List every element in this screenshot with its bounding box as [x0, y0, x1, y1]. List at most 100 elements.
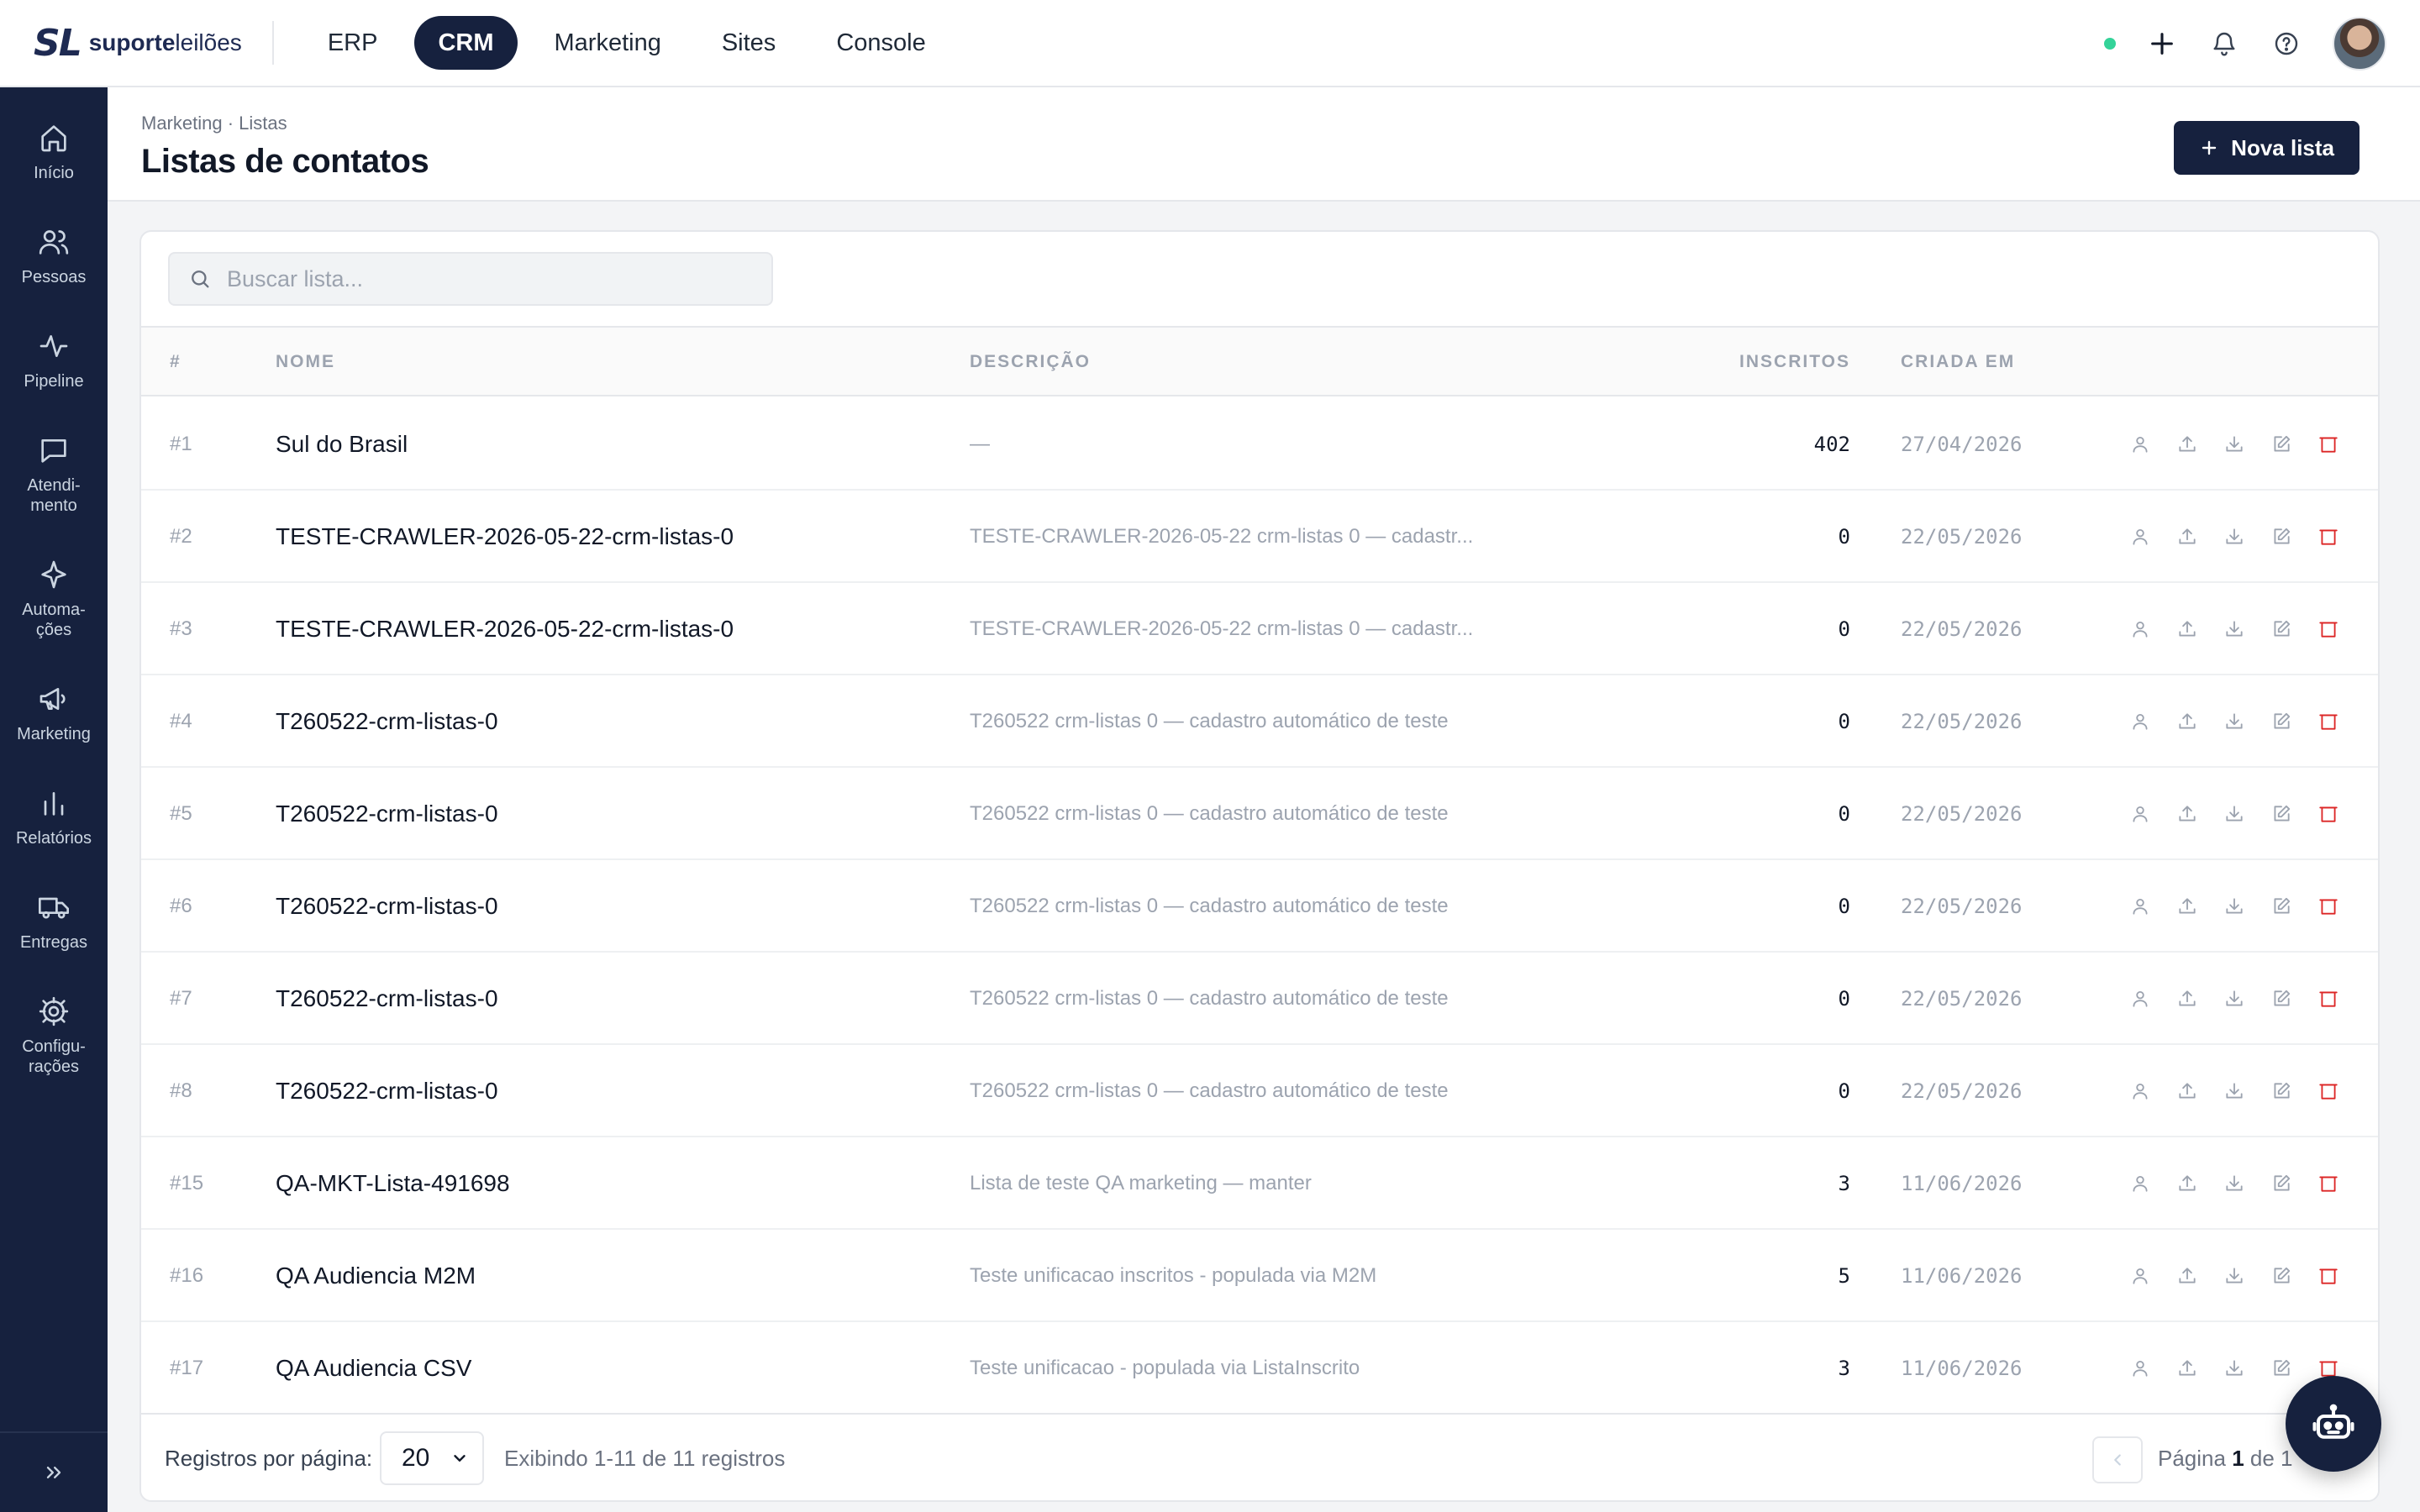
export-list-button[interactable] — [2220, 1354, 2249, 1383]
export-list-button[interactable] — [2220, 615, 2249, 643]
list-name[interactable]: QA-MKT-Lista-491698 — [276, 1137, 510, 1230]
sidebar-collapse-button[interactable] — [0, 1431, 108, 1512]
topnav-erp[interactable]: ERP — [304, 16, 402, 70]
edit-list-button[interactable] — [2267, 984, 2296, 1013]
assistant-bot-button[interactable] — [2286, 1376, 2381, 1472]
delete-list-button[interactable] — [2314, 615, 2343, 643]
export-list-button[interactable] — [2220, 800, 2249, 828]
import-list-button[interactable] — [2173, 1262, 2202, 1290]
topnav-crm[interactable]: CRM — [414, 16, 518, 70]
table-row[interactable]: #6 T260522-crm-listas-0 T260522 crm-listas… — [141, 860, 2378, 953]
delete-list-button[interactable] — [2314, 522, 2343, 551]
import-list-button[interactable] — [2173, 984, 2202, 1013]
sidebar-item-pipeline[interactable]: Pipeline — [0, 329, 108, 391]
brand-logo[interactable]: SL suporteleilões — [34, 0, 242, 87]
list-name[interactable]: T260522-crm-listas-0 — [276, 675, 498, 768]
new-list-button[interactable]: Nova lista — [2174, 121, 2360, 175]
table-row[interactable]: #3 TESTE-CRAWLER-2026-05-22-crm-listas-0 T… — [141, 583, 2378, 675]
export-list-button[interactable] — [2220, 892, 2249, 921]
search-box[interactable] — [168, 252, 773, 306]
import-list-button[interactable] — [2173, 430, 2202, 459]
sidebar-item-entregas[interactable]: Entregas — [0, 890, 108, 953]
import-list-button[interactable] — [2173, 1354, 2202, 1383]
breadcrumb[interactable]: Marketing · Listas — [141, 113, 287, 134]
members-list-button[interactable] — [2126, 1262, 2154, 1290]
topnav-marketing[interactable]: Marketing — [531, 16, 685, 70]
topnav-console[interactable]: Console — [813, 16, 949, 70]
import-list-button[interactable] — [2173, 800, 2202, 828]
list-name[interactable]: QA Audiencia M2M — [276, 1230, 476, 1322]
delete-list-button[interactable] — [2314, 984, 2343, 1013]
topnav-sites[interactable]: Sites — [698, 16, 799, 70]
edit-list-button[interactable] — [2267, 800, 2296, 828]
table-row[interactable]: #7 T260522-crm-listas-0 T260522 crm-listas… — [141, 953, 2378, 1045]
list-name[interactable]: TESTE-CRAWLER-2026-05-22-crm-listas-0 — [276, 583, 734, 675]
user-avatar[interactable] — [2333, 17, 2386, 71]
sidebar-item-relatorios[interactable]: Relatórios — [0, 786, 108, 848]
sidebar-item-pessoas[interactable]: Pessoas — [0, 225, 108, 287]
members-list-button[interactable] — [2126, 615, 2154, 643]
delete-list-button[interactable] — [2314, 1262, 2343, 1290]
list-name[interactable]: T260522-crm-listas-0 — [276, 768, 498, 860]
help-icon[interactable] — [2270, 28, 2302, 60]
delete-list-button[interactable] — [2314, 430, 2343, 459]
edit-list-button[interactable] — [2267, 892, 2296, 921]
list-name[interactable]: Sul do Brasil — [276, 398, 408, 491]
edit-list-button[interactable] — [2267, 1169, 2296, 1198]
table-row[interactable]: #5 T260522-crm-listas-0 T260522 crm-listas… — [141, 768, 2378, 860]
edit-list-button[interactable] — [2267, 522, 2296, 551]
members-list-button[interactable] — [2126, 1169, 2154, 1198]
list-name[interactable]: T260522-crm-listas-0 — [276, 1045, 498, 1137]
members-list-button[interactable] — [2126, 522, 2154, 551]
members-list-button[interactable] — [2126, 1077, 2154, 1105]
table-row[interactable]: #8 T260522-crm-listas-0 T260522 crm-listas… — [141, 1045, 2378, 1137]
delete-list-button[interactable] — [2314, 892, 2343, 921]
import-list-button[interactable] — [2173, 1077, 2202, 1105]
export-list-button[interactable] — [2220, 522, 2249, 551]
list-name[interactable]: T260522-crm-listas-0 — [276, 953, 498, 1045]
export-list-button[interactable] — [2220, 430, 2249, 459]
members-list-button[interactable] — [2126, 800, 2154, 828]
import-list-button[interactable] — [2173, 1169, 2202, 1198]
members-list-button[interactable] — [2126, 707, 2154, 736]
export-list-button[interactable] — [2220, 1077, 2249, 1105]
sidebar-item-configuracoes[interactable]: Configu- rações — [0, 995, 108, 1077]
search-input[interactable] — [227, 265, 765, 292]
members-list-button[interactable] — [2126, 1354, 2154, 1383]
sidebar-item-inicio[interactable]: Início — [0, 121, 108, 183]
plus-icon[interactable] — [2146, 28, 2178, 60]
edit-list-button[interactable] — [2267, 1077, 2296, 1105]
delete-list-button[interactable] — [2314, 1169, 2343, 1198]
members-list-button[interactable] — [2126, 892, 2154, 921]
export-list-button[interactable] — [2220, 1262, 2249, 1290]
members-list-button[interactable] — [2126, 430, 2154, 459]
sidebar-item-automacoes[interactable]: Automa- ções — [0, 558, 108, 640]
sidebar-item-atendimento[interactable]: Atendi- mento — [0, 433, 108, 516]
members-list-button[interactable] — [2126, 984, 2154, 1013]
import-list-button[interactable] — [2173, 522, 2202, 551]
sidebar-item-marketing[interactable]: Marketing — [0, 682, 108, 744]
import-list-button[interactable] — [2173, 892, 2202, 921]
edit-list-button[interactable] — [2267, 1354, 2296, 1383]
import-list-button[interactable] — [2173, 615, 2202, 643]
table-row[interactable]: #2 TESTE-CRAWLER-2026-05-22-crm-listas-0 T… — [141, 491, 2378, 583]
export-list-button[interactable] — [2220, 984, 2249, 1013]
edit-list-button[interactable] — [2267, 707, 2296, 736]
export-list-button[interactable] — [2220, 707, 2249, 736]
edit-list-button[interactable] — [2267, 1262, 2296, 1290]
delete-list-button[interactable] — [2314, 800, 2343, 828]
table-row[interactable]: #16 QA Audiencia M2M Teste unificacao insc… — [141, 1230, 2378, 1322]
delete-list-button[interactable] — [2314, 1077, 2343, 1105]
list-name[interactable]: T260522-crm-listas-0 — [276, 860, 498, 953]
list-name[interactable]: QA Audiencia CSV — [276, 1322, 471, 1415]
import-list-button[interactable] — [2173, 707, 2202, 736]
list-name[interactable]: TESTE-CRAWLER-2026-05-22-crm-listas-0 — [276, 491, 734, 583]
table-row[interactable]: #4 T260522-crm-listas-0 T260522 crm-listas… — [141, 675, 2378, 768]
table-row[interactable]: #15 QA-MKT-Lista-491698 Lista de teste QA … — [141, 1137, 2378, 1230]
table-row[interactable]: #17 QA Audiencia CSV Teste unificacao - po… — [141, 1322, 2378, 1415]
previous-page-button[interactable] — [2092, 1436, 2143, 1483]
export-list-button[interactable] — [2220, 1169, 2249, 1198]
edit-list-button[interactable] — [2267, 615, 2296, 643]
bell-icon[interactable] — [2208, 28, 2240, 60]
edit-list-button[interactable] — [2267, 430, 2296, 459]
